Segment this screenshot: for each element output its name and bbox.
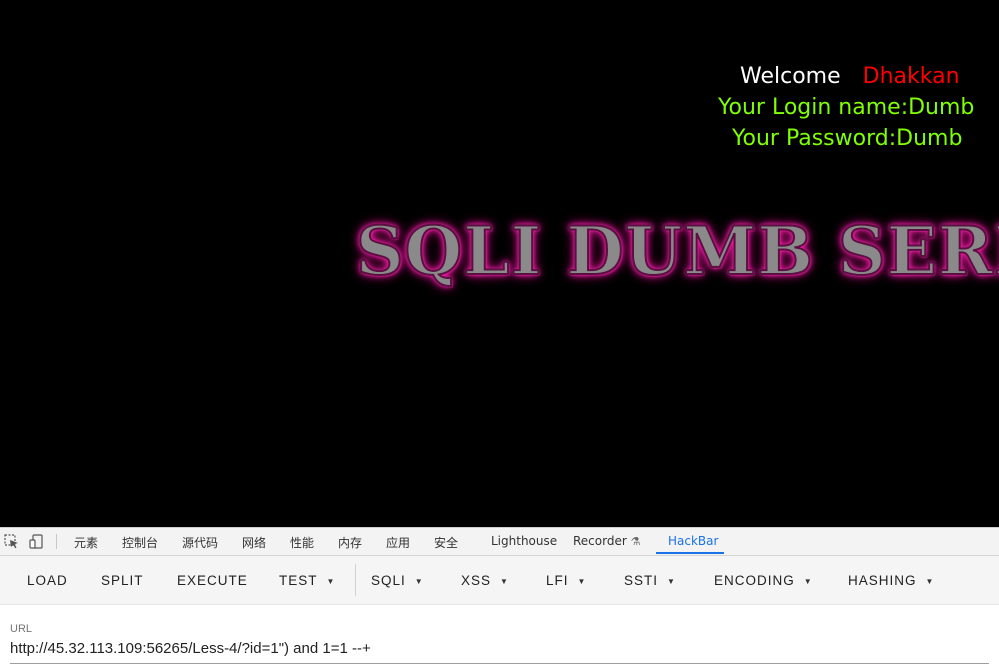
execute-button[interactable]: EXECUTE <box>177 573 248 588</box>
caret-down-icon: ▼ <box>803 576 813 586</box>
tab-recorder-label: Recorder <box>573 534 627 548</box>
devtools-panel: 元素 控制台 源代码 网络 性能 内存 应用 安全 Lighthouse Rec… <box>0 527 999 671</box>
tab-lighthouse[interactable]: Lighthouse <box>491 534 557 548</box>
caret-down-icon: ▼ <box>326 576 336 586</box>
url-label: URL <box>10 623 33 635</box>
lfi-menu-label: LFI <box>546 573 569 588</box>
flask-icon: ⚗ <box>630 535 641 548</box>
url-field-container: URL http://45.32.113.109:56265/Less-4/?i… <box>0 605 999 669</box>
active-tab-indicator <box>656 552 724 554</box>
tab-recorder[interactable]: Recorder ⚗ <box>573 534 640 548</box>
caret-down-icon: ▼ <box>500 576 509 586</box>
xss-menu-button[interactable]: XSS ▼ <box>461 573 509 588</box>
device-toolbar-icon[interactable] <box>29 534 44 549</box>
login-name-text: Your Login name:Dumb <box>718 95 975 120</box>
tab-security[interactable]: 安全 <box>434 534 458 551</box>
lfi-menu-button[interactable]: LFI ▼ <box>546 573 586 588</box>
page-viewport: Welcome Dhakkan Your Login name:Dumb Your… <box>0 0 999 527</box>
caret-down-icon: ▼ <box>414 576 424 586</box>
sqli-banner-image: SQLI DUMB SERIES-4 <box>355 211 999 291</box>
sqli-menu-label: SQLI <box>371 573 406 588</box>
sqli-menu-button[interactable]: SQLI ▼ <box>371 573 424 588</box>
split-button[interactable]: SPLIT <box>101 573 144 588</box>
tab-application[interactable]: 应用 <box>386 534 410 551</box>
welcome-name: Dhakkan <box>862 64 960 89</box>
welcome-line: Welcome Dhakkan <box>740 64 960 89</box>
test-menu-label: TEST <box>279 573 318 588</box>
load-button[interactable]: LOAD <box>27 573 68 588</box>
caret-down-icon: ▼ <box>925 576 935 586</box>
tab-memory[interactable]: 内存 <box>338 534 362 551</box>
password-text: Your Password:Dumb <box>732 126 963 151</box>
tab-elements[interactable]: 元素 <box>74 534 98 551</box>
encoding-menu-label: ENCODING <box>714 573 795 588</box>
tab-hackbar[interactable]: HackBar <box>668 534 718 548</box>
tab-sources[interactable]: 源代码 <box>182 534 218 551</box>
tab-console[interactable]: 控制台 <box>122 534 158 551</box>
tab-network[interactable]: 网络 <box>242 534 266 551</box>
url-input[interactable]: http://45.32.113.109:56265/Less-4/?id=1"… <box>10 640 371 657</box>
devtools-tab-bar: 元素 控制台 源代码 网络 性能 内存 应用 安全 Lighthouse Rec… <box>0 528 999 556</box>
hackbar-toolbar: LOAD SPLIT EXECUTE TEST ▼ SQLI ▼ XSS ▼ LFI ▼… <box>0 556 999 605</box>
encoding-menu-button[interactable]: ENCODING ▼ <box>714 573 813 588</box>
inspect-element-icon[interactable] <box>4 534 19 549</box>
toolbar-separator <box>56 534 57 549</box>
url-input-underline <box>10 663 989 664</box>
welcome-text: Welcome <box>740 64 841 89</box>
caret-down-icon: ▼ <box>667 576 676 586</box>
toolbar-divider <box>355 564 356 596</box>
ssti-menu-button[interactable]: SSTI ▼ <box>624 573 676 588</box>
test-menu-button[interactable]: TEST ▼ <box>279 573 335 588</box>
hashing-menu-button[interactable]: HASHING ▼ <box>848 573 934 588</box>
xss-menu-label: XSS <box>461 573 492 588</box>
caret-down-icon: ▼ <box>577 576 587 586</box>
ssti-menu-label: SSTI <box>624 573 659 588</box>
tab-performance[interactable]: 性能 <box>290 534 314 551</box>
hashing-menu-label: HASHING <box>848 573 917 588</box>
